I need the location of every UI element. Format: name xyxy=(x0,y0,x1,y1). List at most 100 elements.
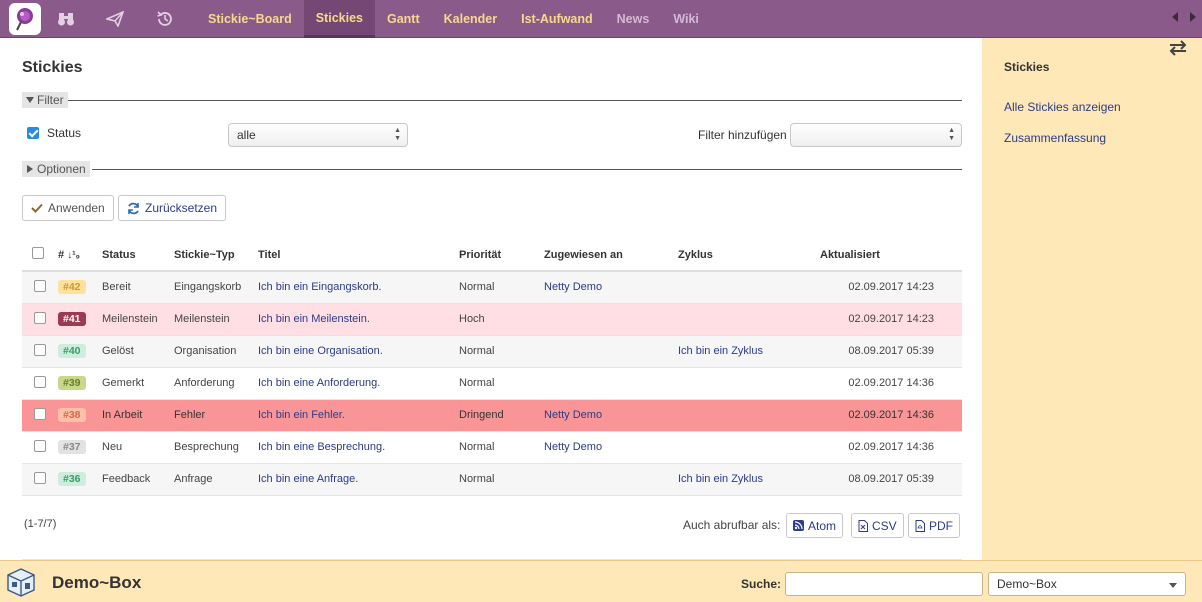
table-row[interactable]: #39 Gemerkt Anforderung Ich bin eine Anford… xyxy=(22,367,962,400)
search-input[interactable] xyxy=(785,572,983,596)
id-badge[interactable]: #39 xyxy=(58,376,86,390)
cell-id[interactable]: #40 xyxy=(54,335,98,368)
title-link[interactable]: Ich bin eine Organisation. xyxy=(258,345,383,357)
row-checkbox-cell[interactable] xyxy=(22,335,54,368)
cell-id[interactable]: #42 xyxy=(54,271,98,304)
select-all-checkbox[interactable] xyxy=(32,247,44,259)
cell-id[interactable]: #37 xyxy=(54,431,98,464)
title-link[interactable]: Ich bin ein Eingangskorb. xyxy=(258,281,382,293)
tab-news[interactable]: News xyxy=(605,0,662,38)
assignee-link[interactable]: Netty Demo xyxy=(544,281,602,293)
cell-status: Meilenstein xyxy=(98,303,170,336)
export-label: Auch abrufbar als: xyxy=(683,518,781,532)
swap-arrows-icon[interactable] xyxy=(1168,40,1188,59)
chevron-left-icon[interactable] xyxy=(1172,12,1178,22)
chevron-right-icon[interactable] xyxy=(1190,12,1196,22)
filter-legend[interactable]: Filter xyxy=(22,92,68,108)
tab-wiki[interactable]: Wiki xyxy=(661,0,711,38)
box-logo-icon[interactable] xyxy=(5,566,37,598)
column-header-updated[interactable]: Aktualisiert xyxy=(816,239,962,272)
row-checkbox[interactable] xyxy=(34,439,46,452)
assignee-link[interactable]: Netty Demo xyxy=(544,441,602,453)
tab-ist-aufwand[interactable]: Ist-Aufwand xyxy=(509,0,605,38)
reset-button-label: Zurücksetzen xyxy=(145,201,218,215)
history-icon[interactable] xyxy=(154,9,176,29)
table-row[interactable]: #38 In Arbeit Fehler Ich bin ein Fehler. Dri… xyxy=(22,399,962,432)
tab-stickie-board[interactable]: Stickie~Board xyxy=(196,0,304,38)
column-header-title[interactable]: Titel xyxy=(254,239,455,272)
app-logo[interactable] xyxy=(9,3,41,35)
main-content: Stickies Filter Status alle ▲ ▼ Filter hi… xyxy=(0,38,982,560)
add-filter-select[interactable]: ▲ ▼ xyxy=(790,123,962,147)
cell-updated: 02.09.2017 14:36 xyxy=(816,431,962,464)
column-header-id[interactable]: # ↓¹₉ xyxy=(54,239,98,272)
id-badge[interactable]: #42 xyxy=(58,280,86,295)
table-row[interactable]: #42 Bereit Eingangskorb Ich bin ein Eingang… xyxy=(22,271,962,304)
binoculars-icon[interactable] xyxy=(55,9,77,29)
title-link[interactable]: Ich bin ein Fehler. xyxy=(258,409,345,421)
options-legend[interactable]: Optionen xyxy=(22,161,90,177)
cell-priority: Hoch xyxy=(455,303,540,336)
cell-cycle xyxy=(674,271,816,304)
table-row[interactable]: #41 Meilenstein Meilenstein Ich bin ein Mei… xyxy=(22,303,962,336)
title-link[interactable]: Ich bin eine Besprechung. xyxy=(258,441,385,453)
title-link[interactable]: Ich bin ein Meilenstein. xyxy=(258,313,370,325)
cell-assignee xyxy=(540,335,674,368)
export-pdf-link[interactable]: PDF xyxy=(908,513,960,538)
row-checkbox-cell[interactable] xyxy=(22,271,54,304)
cell-type: Organisation xyxy=(170,335,254,368)
id-badge[interactable]: #40 xyxy=(58,344,86,358)
row-checkbox[interactable] xyxy=(34,343,46,356)
row-checkbox-cell[interactable] xyxy=(22,431,54,464)
column-header-type[interactable]: Stickie~Typ xyxy=(170,239,254,272)
row-checkbox[interactable] xyxy=(34,471,46,484)
row-checkbox-cell[interactable] xyxy=(22,367,54,400)
filter-divider xyxy=(68,100,962,101)
id-badge[interactable]: #38 xyxy=(58,408,86,422)
reset-button[interactable]: Zurücksetzen xyxy=(118,195,227,221)
cell-id[interactable]: #36 xyxy=(54,463,98,496)
cell-id[interactable]: #39 xyxy=(54,367,98,400)
cell-status: Neu xyxy=(98,431,170,464)
row-checkbox[interactable] xyxy=(34,279,46,292)
sidebar-link-summary[interactable]: Zusammenfassung xyxy=(1004,131,1106,145)
id-badge[interactable]: #36 xyxy=(58,472,86,486)
title-link[interactable]: Ich bin eine Anforderung. xyxy=(258,377,380,389)
column-header-cycle[interactable]: Zyklus xyxy=(674,239,816,272)
table-row[interactable]: #37 Neu Besprechung Ich bin eine Besprechun… xyxy=(22,431,962,464)
cell-id[interactable]: #38 xyxy=(54,399,98,432)
main-tabs: Stickie~Board Stickies Gantt Kalender Is… xyxy=(196,0,711,38)
tab-stickies[interactable]: Stickies xyxy=(303,0,375,38)
paper-plane-icon[interactable] xyxy=(104,9,126,29)
cell-id[interactable]: #41 xyxy=(54,303,98,336)
apply-button[interactable]: Anwenden xyxy=(22,195,114,221)
cycle-link[interactable]: Ich bin ein Zyklus xyxy=(678,473,763,485)
assignee-link[interactable]: Netty Demo xyxy=(544,409,602,421)
row-checkbox[interactable] xyxy=(34,375,46,388)
tab-kalender[interactable]: Kalender xyxy=(432,0,510,38)
row-checkbox[interactable] xyxy=(34,311,46,324)
export-atom-link[interactable]: Atom xyxy=(786,513,844,538)
export-csv-link[interactable]: CSV xyxy=(851,513,904,538)
title-link[interactable]: Ich bin eine Anfrage. xyxy=(258,473,358,485)
id-badge[interactable]: #37 xyxy=(58,440,86,454)
tab-gantt[interactable]: Gantt xyxy=(375,0,432,38)
id-badge[interactable]: #41 xyxy=(58,312,86,326)
row-checkbox-cell[interactable] xyxy=(22,399,54,432)
row-checkbox-cell[interactable] xyxy=(22,463,54,496)
sidebar: Stickies Alle Stickies anzeigen Zusammen… xyxy=(982,38,1202,560)
table-row[interactable]: #36 Feedback Anfrage Ich bin eine Anfrage. N… xyxy=(22,463,962,496)
status-filter-select[interactable]: alle ▲ ▼ xyxy=(228,123,408,147)
column-header-status[interactable]: Status xyxy=(98,239,170,272)
table-row[interactable]: #40 Gelöst Organisation Ich bin eine Organi… xyxy=(22,335,962,368)
select-all-checkbox-cell[interactable] xyxy=(22,239,54,272)
row-checkbox[interactable] xyxy=(34,407,46,420)
column-header-priority[interactable]: Priorität xyxy=(455,239,540,272)
column-header-assignee[interactable]: Zugewiesen an xyxy=(540,239,674,272)
chevron-down-icon xyxy=(1169,583,1177,588)
sidebar-link-all-stickies[interactable]: Alle Stickies anzeigen xyxy=(1004,100,1121,114)
row-checkbox-cell[interactable] xyxy=(22,303,54,336)
cycle-link[interactable]: Ich bin ein Zyklus xyxy=(678,345,763,357)
status-filter-checkbox[interactable] xyxy=(27,127,39,139)
project-jump-select[interactable]: Demo~Box xyxy=(988,572,1186,596)
